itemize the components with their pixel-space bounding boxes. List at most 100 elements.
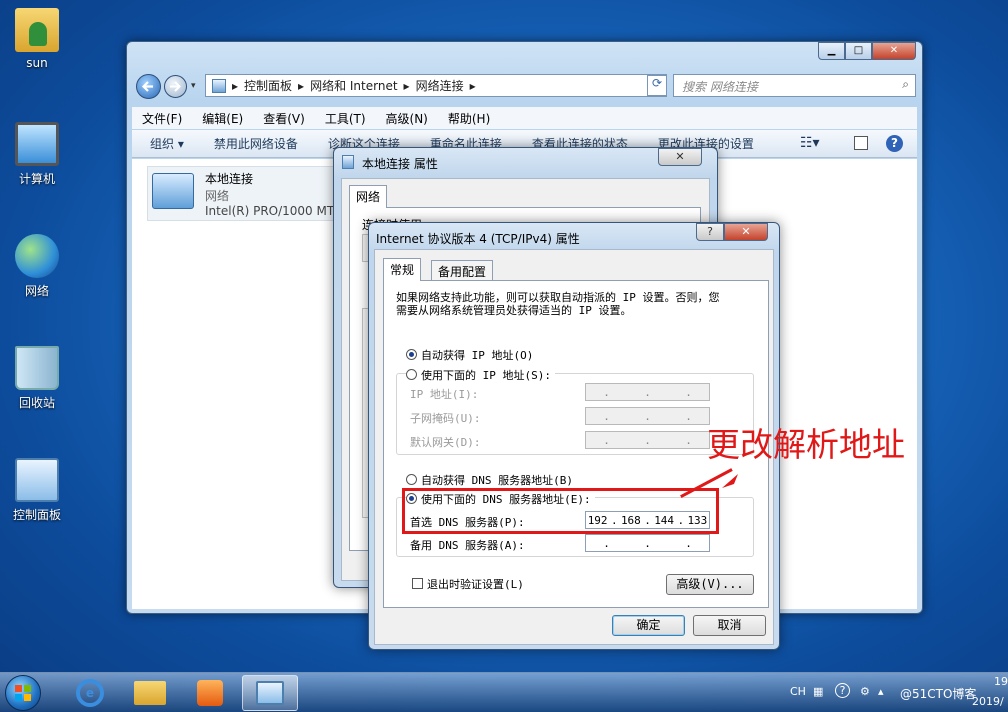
taskbar-ie-button[interactable]: e bbox=[62, 675, 118, 711]
view-options-icon[interactable]: ☷▾ bbox=[800, 135, 820, 151]
recent-pages-chevron-icon[interactable]: ▾ bbox=[191, 81, 196, 91]
adapter-device: Intel(R) PRO/1000 MT bbox=[205, 204, 335, 218]
advanced-button[interactable]: 高级(V)... bbox=[666, 574, 754, 595]
desktop-icon-label: 网络 bbox=[24, 284, 49, 298]
validate-on-exit-checkbox[interactable]: 退出时验证设置(L) bbox=[412, 576, 524, 592]
breadcrumb-separator-icon: ▸ bbox=[232, 78, 239, 93]
checkbox-unchecked bbox=[412, 578, 423, 589]
close-button[interactable]: ✕ bbox=[658, 148, 702, 166]
control-panel-icon bbox=[15, 458, 59, 502]
ok-button[interactable]: 确定 bbox=[612, 615, 685, 636]
language-indicator[interactable]: CH bbox=[790, 685, 806, 698]
maximize-button[interactable]: □ bbox=[845, 42, 872, 60]
start-button[interactable] bbox=[5, 675, 41, 711]
subnet-mask-label: 子网掩码(U): bbox=[410, 412, 481, 425]
auto-ip-radio[interactable]: 自动获得 IP 地址(O) bbox=[406, 347, 533, 363]
minimize-button[interactable]: ▁ bbox=[818, 42, 845, 60]
computer-icon bbox=[15, 122, 59, 166]
menu-file[interactable]: 文件(F) bbox=[142, 110, 182, 127]
radio-selected bbox=[406, 349, 417, 360]
breadcrumb-control-panel[interactable]: 控制面板 bbox=[244, 77, 292, 94]
ip-address-field[interactable]: ... bbox=[585, 383, 710, 401]
clock-time[interactable]: 19 bbox=[994, 675, 1008, 688]
radio-unselected bbox=[406, 474, 417, 485]
back-arrow-icon bbox=[141, 81, 153, 92]
tab-network[interactable]: 网络 bbox=[349, 185, 388, 208]
tray-settings-icon[interactable]: ⚙ bbox=[860, 685, 870, 698]
annotation-text: 更改解析地址 bbox=[707, 425, 905, 464]
preview-pane-icon[interactable] bbox=[854, 136, 868, 150]
close-button[interactable]: ✕ bbox=[724, 223, 768, 241]
desktop-icon-label: 回收站 bbox=[18, 396, 55, 410]
close-button[interactable]: ✕ bbox=[872, 42, 916, 60]
adapter-local-connection[interactable]: 本地连接 网络 Intel(R) PRO/1000 MT bbox=[147, 166, 335, 221]
taskbar-media-player-button[interactable] bbox=[182, 675, 238, 711]
folder-icon bbox=[134, 681, 166, 705]
validate-label: 退出时验证设置(L) bbox=[427, 578, 524, 591]
menu-help[interactable]: 帮助(H) bbox=[448, 110, 490, 127]
tray-help-icon[interactable]: ? bbox=[835, 683, 850, 698]
cancel-button[interactable]: 取消 bbox=[693, 615, 766, 636]
desktop-icon-computer[interactable]: 计算机 bbox=[2, 122, 72, 187]
annotation-arrowhead-icon bbox=[722, 474, 738, 488]
clock-date[interactable]: 2019/ bbox=[972, 695, 1004, 708]
search-icon: ⌕ bbox=[902, 77, 909, 91]
desktop-icon-label: sun bbox=[26, 56, 48, 70]
help-icon[interactable]: ? bbox=[886, 135, 903, 152]
auto-dns-label: 自动获得 DNS 服务器地址(B) bbox=[421, 474, 573, 487]
menu-tools[interactable]: 工具(T) bbox=[325, 110, 366, 127]
desktop-icon-control-panel[interactable]: 控制面板 bbox=[2, 458, 72, 523]
description-text: 如果网络支持此功能，则可以获取自动指派的 IP 设置。否则，您需要从网络系统管理… bbox=[396, 291, 720, 317]
forward-arrow-icon bbox=[170, 81, 181, 92]
help-button[interactable]: ? bbox=[696, 223, 724, 241]
network-globe-icon bbox=[15, 234, 59, 278]
breadcrumb-separator-icon: ▸ bbox=[298, 78, 305, 93]
tray-expand-icon[interactable]: ▴ bbox=[878, 685, 884, 698]
menu-view[interactable]: 查看(V) bbox=[263, 110, 305, 127]
recycle-bin-icon bbox=[15, 346, 59, 390]
tab-general[interactable]: 常规 bbox=[383, 258, 422, 281]
dialog-title: Internet 协议版本 4 (TCP/IPv4) 属性 bbox=[376, 232, 580, 246]
alternate-dns-field[interactable]: ... bbox=[585, 534, 710, 552]
taskbar: e CH ▦ ? ⚙ ▴ @51CTO博客 19 2019/ bbox=[0, 672, 1008, 712]
taskbar-explorer-button[interactable] bbox=[122, 675, 178, 711]
radio-unselected bbox=[406, 369, 417, 380]
manual-ip-radio[interactable]: 使用下面的 IP 地址(S): bbox=[406, 367, 555, 383]
keyboard-icon[interactable]: ▦ bbox=[813, 685, 823, 698]
desktop-icon-recycle-bin[interactable]: 回收站 bbox=[2, 346, 72, 411]
user-folder-icon bbox=[15, 8, 59, 52]
tab-alternate-config[interactable]: 备用配置 bbox=[431, 260, 494, 281]
control-panel-icon bbox=[256, 681, 284, 705]
dialog-title: 本地连接 属性 bbox=[362, 157, 438, 171]
network-small-icon bbox=[342, 155, 354, 169]
search-input[interactable]: 搜索 网络连接 ⌕ bbox=[673, 74, 916, 97]
menu-edit[interactable]: 编辑(E) bbox=[202, 110, 243, 127]
back-button[interactable] bbox=[136, 74, 161, 99]
forward-button[interactable] bbox=[164, 75, 187, 98]
dns-highlight-box bbox=[402, 488, 719, 534]
window-controls: ▁ □ ✕ bbox=[818, 42, 916, 60]
desktop-icon-user[interactable]: sun bbox=[2, 8, 72, 70]
refresh-icon[interactable]: ⟳ bbox=[647, 75, 667, 96]
menu-advanced[interactable]: 高级(N) bbox=[386, 110, 428, 127]
address-bar[interactable]: ▸ 控制面板 ▸ 网络和 Internet ▸ 网络连接 ▸ ▾ bbox=[205, 74, 667, 97]
taskbar-control-panel-button[interactable] bbox=[242, 675, 298, 711]
organize-button[interactable]: 组织 ▾ bbox=[150, 135, 184, 152]
breadcrumb-network-connections[interactable]: 网络连接 bbox=[416, 77, 464, 94]
breadcrumb-network-internet[interactable]: 网络和 Internet bbox=[310, 77, 397, 94]
desktop-icon-label: 计算机 bbox=[18, 172, 55, 186]
default-gateway-field[interactable]: ... bbox=[585, 431, 710, 449]
desktop-icon-label: 控制面板 bbox=[12, 508, 61, 522]
auto-dns-radio[interactable]: 自动获得 DNS 服务器地址(B) bbox=[406, 472, 573, 488]
disable-device-button[interactable]: 禁用此网络设备 bbox=[214, 135, 298, 152]
watermark-text: @51CTO博客 bbox=[900, 687, 977, 701]
menu-bar: 文件(F) 编辑(E) 查看(V) 工具(T) 高级(N) 帮助(H) bbox=[132, 107, 917, 129]
ip-address-label: IP 地址(I): bbox=[410, 388, 479, 401]
subnet-mask-field[interactable]: ... bbox=[585, 407, 710, 425]
alternate-dns-label: 备用 DNS 服务器(A): bbox=[410, 539, 525, 552]
windows-logo-icon bbox=[15, 685, 31, 701]
desktop-icon-network[interactable]: 网络 bbox=[2, 234, 72, 299]
manual-ip-label: 使用下面的 IP 地址(S): bbox=[421, 369, 551, 382]
internet-explorer-icon: e bbox=[76, 679, 104, 707]
auto-ip-label: 自动获得 IP 地址(O) bbox=[421, 349, 534, 362]
